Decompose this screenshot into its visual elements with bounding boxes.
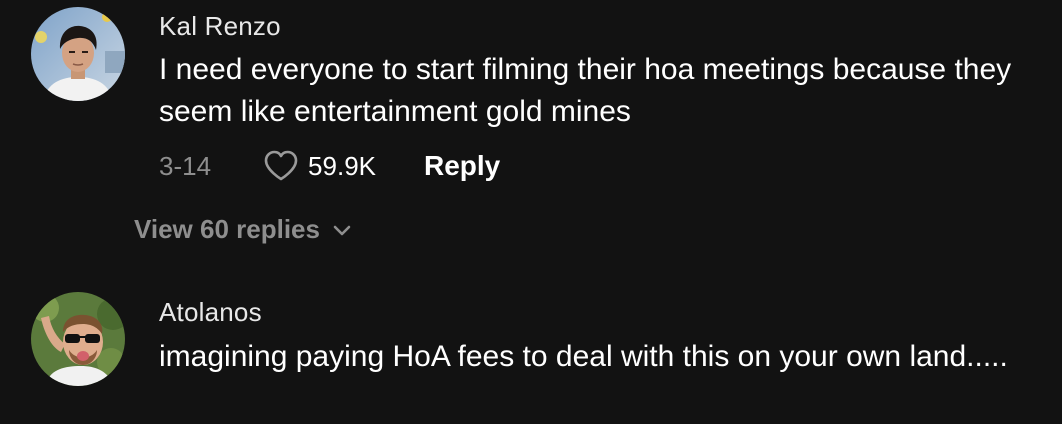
- heart-outline-icon[interactable]: [263, 150, 299, 182]
- like-count: 59.9K: [308, 150, 376, 181]
- avatar[interactable]: [31, 292, 125, 386]
- comment-username[interactable]: Kal Renzo: [159, 11, 281, 42]
- avatar[interactable]: [31, 7, 125, 101]
- view-replies-label[interactable]: View 60 replies: [134, 214, 320, 245]
- comment-text: imagining paying HoA fees to deal with t…: [159, 340, 1008, 373]
- comment-text: I need everyone to start filming their h…: [159, 53, 1012, 128]
- reply-button[interactable]: Reply: [424, 150, 500, 182]
- comment-username[interactable]: Atolanos: [159, 297, 262, 328]
- comment-meta: 3-14 59.9K Reply: [159, 146, 500, 186]
- like-button[interactable]: 59.9K: [263, 150, 376, 182]
- comment-date: 3-14: [159, 150, 212, 181]
- chevron-down-icon[interactable]: [332, 223, 352, 237]
- view-replies-button[interactable]: View 60 replies: [134, 214, 352, 245]
